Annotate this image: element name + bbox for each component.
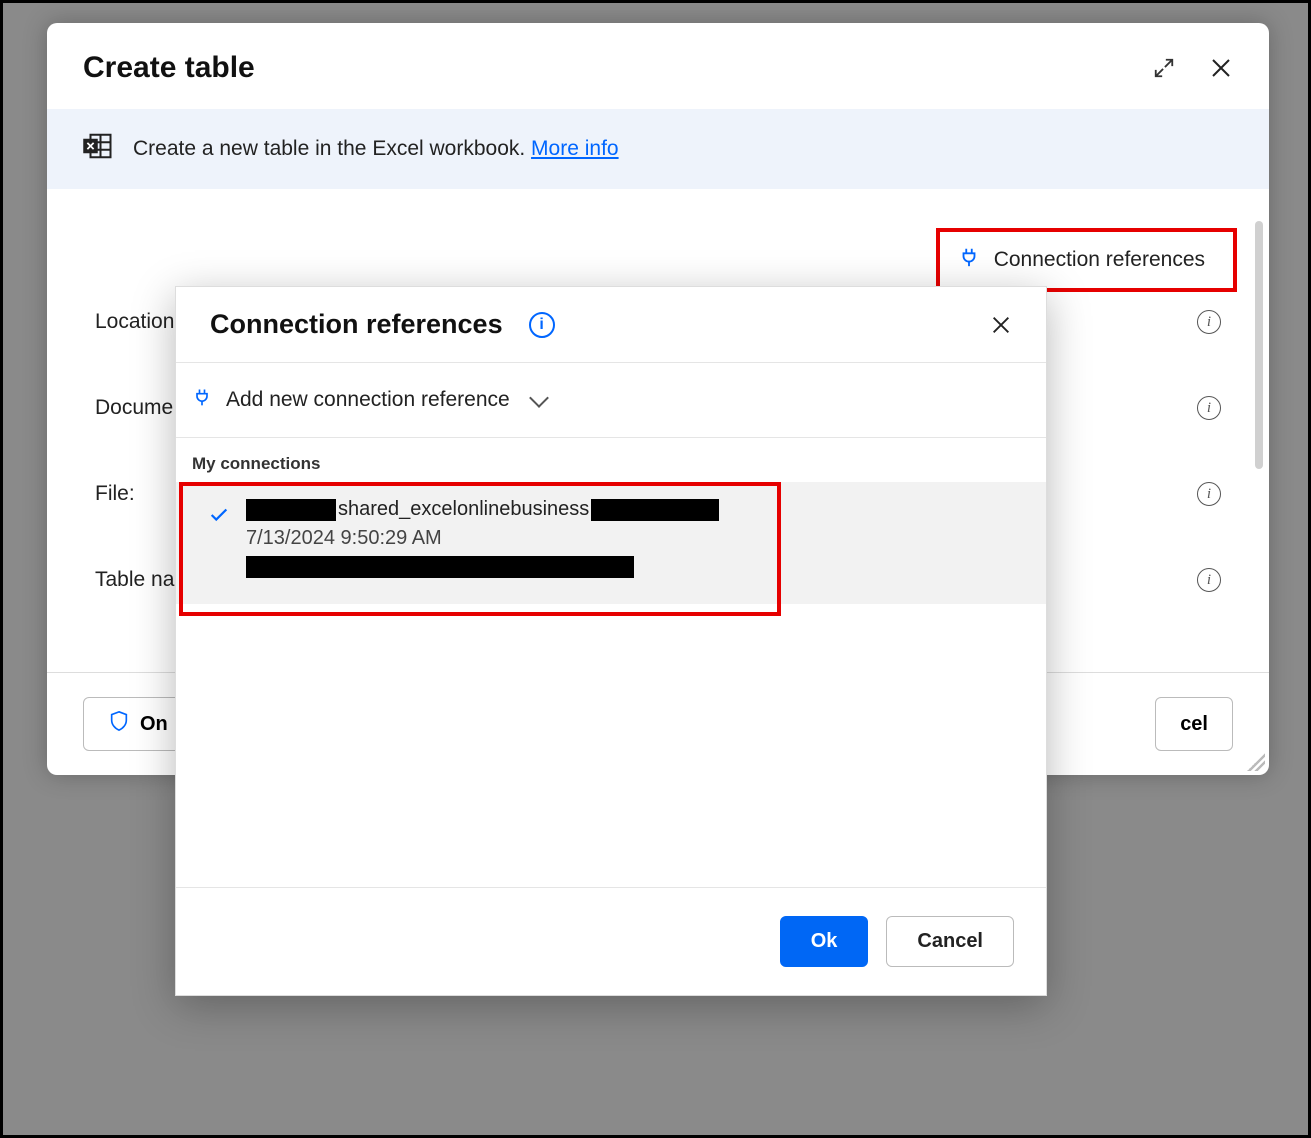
close-icon[interactable] <box>990 314 1012 336</box>
banner-text-content: Create a new table in the Excel workbook… <box>133 137 531 160</box>
redacted-text <box>246 499 336 521</box>
connection-name-row: shared_excelonlinebusiness <box>246 498 719 521</box>
checkmark-icon <box>206 504 232 531</box>
connection-references-dialog: Connection references i Add new connecti… <box>175 286 1047 996</box>
field-document-label: Docume <box>95 396 173 420</box>
connection-name: shared_excelonlinebusiness <box>338 498 589 521</box>
scrollbar[interactable] <box>1255 221 1263 469</box>
shield-icon <box>108 710 130 738</box>
chevron-down-icon <box>529 388 549 408</box>
info-icon[interactable]: i <box>1197 310 1221 334</box>
info-icon[interactable]: i <box>1197 568 1221 592</box>
more-info-link[interactable]: More info <box>531 137 619 160</box>
expand-icon[interactable] <box>1153 57 1175 79</box>
field-table-name-label: Table na <box>95 568 174 592</box>
resize-grip[interactable] <box>1247 753 1265 771</box>
close-icon[interactable] <box>1209 56 1233 80</box>
my-connections-label: My connections <box>176 438 1046 482</box>
connection-references-button[interactable]: Connection references <box>936 228 1237 292</box>
info-banner: Create a new table in the Excel workbook… <box>47 109 1269 189</box>
cancel-fragment-text: cel <box>1180 713 1208 736</box>
plug-icon <box>192 385 212 415</box>
add-connection-label: Add new connection reference <box>226 388 510 412</box>
connection-references-label: Connection references <box>994 248 1205 272</box>
connection-date: 7/13/2024 9:50:29 AM <box>246 527 719 550</box>
cancel-button[interactable]: Cancel <box>886 916 1014 967</box>
excel-icon <box>83 131 113 167</box>
info-icon[interactable]: i <box>1197 396 1221 420</box>
panel-title: Create table <box>83 51 255 85</box>
field-file-label: File: <box>95 482 135 506</box>
redacted-text <box>246 556 634 578</box>
field-location-label: Location <box>95 310 174 334</box>
connection-item[interactable]: shared_excelonlinebusiness 7/13/2024 9:5… <box>176 482 1046 604</box>
ok-button[interactable]: Ok <box>780 916 869 967</box>
add-connection-reference[interactable]: Add new connection reference <box>176 363 1046 438</box>
dialog-header: Connection references i <box>176 287 1046 363</box>
redacted-text <box>591 499 719 521</box>
panel-header-actions <box>1153 56 1233 80</box>
info-icon[interactable]: i <box>1197 482 1221 506</box>
cancel-button-fragment[interactable]: cel <box>1155 697 1233 751</box>
plug-icon <box>958 244 980 276</box>
panel-header: Create table <box>47 23 1269 109</box>
connection-details: shared_excelonlinebusiness 7/13/2024 9:5… <box>246 498 719 584</box>
dialog-title: Connection references <box>210 309 503 340</box>
info-icon[interactable]: i <box>529 312 555 338</box>
dialog-footer: Ok Cancel <box>176 887 1046 995</box>
on-label: On <box>140 713 168 736</box>
banner-text: Create a new table in the Excel workbook… <box>133 137 619 161</box>
